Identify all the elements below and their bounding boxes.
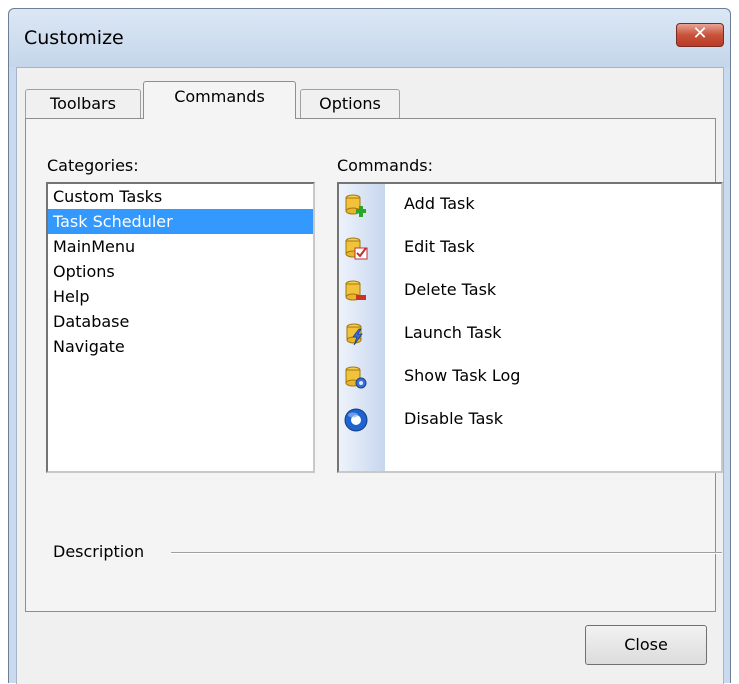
command-item-disable-task[interactable]: Disable Task bbox=[339, 399, 721, 442]
category-item[interactable]: Custom Tasks bbox=[48, 184, 313, 209]
show-task-log-icon bbox=[345, 366, 367, 389]
command-item-edit-task[interactable]: Edit Task bbox=[339, 227, 721, 270]
command-item-delete-task[interactable]: Delete Task bbox=[339, 270, 721, 313]
category-item[interactable]: Navigate bbox=[48, 334, 313, 359]
add-task-icon bbox=[345, 194, 366, 217]
category-item-selected[interactable]: Task Scheduler bbox=[48, 209, 313, 234]
commands-label: Commands: bbox=[337, 156, 433, 175]
command-label: Disable Task bbox=[404, 409, 503, 428]
command-label: Launch Task bbox=[404, 323, 502, 342]
category-item[interactable]: Database bbox=[48, 309, 313, 334]
tab-strip: Toolbars Commands Options bbox=[17, 68, 723, 120]
command-label: Edit Task bbox=[404, 237, 475, 256]
title-bar: Customize ✕ bbox=[9, 9, 730, 67]
categories-list[interactable]: Custom Tasks Task Scheduler MainMenu Opt… bbox=[46, 182, 315, 473]
tab-toolbars[interactable]: Toolbars bbox=[25, 89, 141, 118]
launch-task-icon bbox=[346, 323, 363, 346]
delete-task-icon bbox=[345, 280, 366, 301]
command-label: Delete Task bbox=[404, 280, 497, 299]
close-button[interactable]: Close bbox=[585, 625, 707, 665]
category-item[interactable]: Options bbox=[48, 259, 313, 284]
tab-commands[interactable]: Commands bbox=[143, 81, 296, 119]
close-icon: ✕ bbox=[692, 23, 708, 44]
edit-task-icon bbox=[345, 237, 368, 260]
commands-list[interactable]: Add Task Edit Task Delete Task Launch Ta… bbox=[337, 182, 723, 473]
command-item-add-task[interactable]: Add Task bbox=[339, 184, 721, 227]
command-item-launch-task[interactable]: Launch Task bbox=[339, 313, 721, 356]
category-item[interactable]: Help bbox=[48, 284, 313, 309]
dialog-client: Toolbars Commands Options Categories: Cu… bbox=[16, 67, 724, 684]
description-label: Description bbox=[53, 542, 145, 561]
command-label: Show Task Log bbox=[404, 366, 521, 385]
category-item[interactable]: MainMenu bbox=[48, 234, 313, 259]
command-label: Add Task bbox=[404, 194, 475, 213]
tab-options[interactable]: Options bbox=[300, 89, 400, 118]
window-close-button[interactable]: ✕ bbox=[676, 23, 724, 47]
customize-window: Customize ✕ Toolbars Commands Options Ca… bbox=[8, 8, 731, 684]
command-item-show-task-log[interactable]: Show Task Log bbox=[339, 356, 721, 399]
disable-task-icon bbox=[344, 408, 368, 432]
window-title: Customize bbox=[24, 27, 124, 49]
categories-label: Categories: bbox=[47, 156, 139, 175]
description-divider bbox=[171, 552, 722, 554]
